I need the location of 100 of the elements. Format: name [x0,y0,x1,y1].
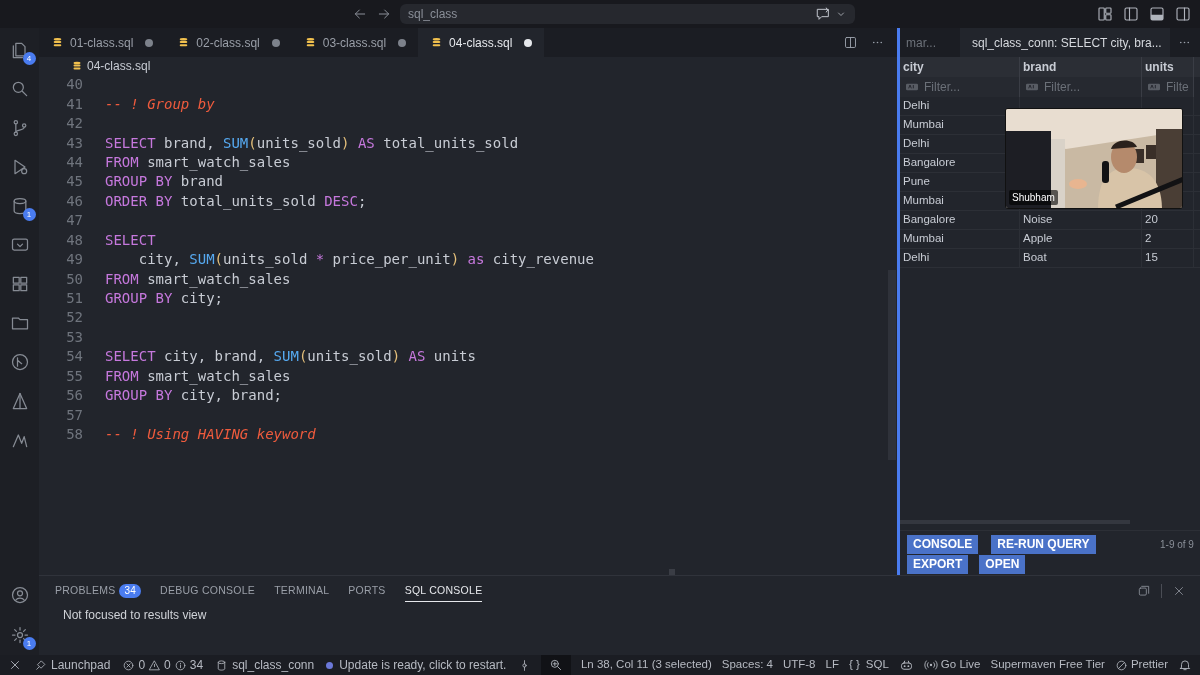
command-search-field[interactable]: sql_class [400,4,855,24]
line-number: 41 [65,94,83,114]
rocket-icon [34,658,47,672]
layout-icon[interactable] [1174,5,1192,23]
code-line: -- ! Group by [105,94,215,114]
account-icon[interactable] [9,585,30,605]
layout-icon[interactable] [1096,5,1114,23]
line-number: 45 [65,172,83,192]
status-item[interactable]: LF [825,656,839,674]
line-number: 57 [65,405,83,425]
line-number: 52 [65,308,83,328]
close-icon[interactable] [1172,584,1186,598]
action-button[interactable]: RE-RUN QUERY [991,535,1096,554]
count-badge: 1 [22,208,36,221]
code-line: FROM smart_watch_sales [105,269,291,290]
panel-tab[interactable]: SQL CONSOLE [404,580,483,602]
database-file-icon [71,60,83,72]
code-line: FROM smart_watch_sales [105,366,291,387]
filter-field[interactable]: Filter... [1020,77,1142,97]
action-button[interactable]: CONSOLE [907,535,979,554]
panel-tab[interactable]: DEBUG CONSOLE [160,580,256,602]
scrollbar-thumb[interactable] [669,569,675,575]
table-cell: Mumbai [900,230,1020,248]
table-cell: Noise [1020,211,1142,229]
action-button[interactable]: OPEN [979,555,1026,574]
code-line: -- ! Using HAVING keyword [105,425,316,445]
problems-item[interactable]: 0 0 34 [122,656,204,674]
connection-item[interactable]: sql_class_conn [215,656,315,674]
table-cell: Bangalore [900,211,1020,229]
zoom-button[interactable] [540,655,571,675]
panel-tab[interactable]: PORTS [348,580,386,602]
panel-tab[interactable]: PROBLEMS 34 [55,580,142,602]
line-number: 54 [65,347,83,367]
line-number: 46 [65,191,83,211]
status-item[interactable]: Ln 38, Col 11 (3 selected) [580,656,712,674]
status-item[interactable]: Supermaven Free Tier [990,656,1105,674]
launchpad-item[interactable]: Launchpad [34,656,111,674]
prettier-item[interactable]: Prettier [1114,656,1168,674]
status-item[interactable]: UTF-8 [782,656,816,674]
code-line: GROUP BY city, brand; [105,386,282,406]
filter-field[interactable]: Filter... [900,77,1020,97]
copilot-icon[interactable] [898,657,914,673]
breadcrumb-item[interactable]: 04-class.sql [87,57,151,75]
broadcast-icon [923,658,938,672]
line-number: 49 [65,250,83,270]
table-cell: 15 [1142,249,1194,267]
count-badge: 1 [22,637,36,650]
prohibited-icon [1114,658,1128,672]
panel-tab[interactable]: TERMINAL [274,580,330,602]
graph-icon[interactable] [9,352,30,372]
results-tab[interactable]: mar... [900,28,942,57]
line-number: 58 [65,425,83,445]
scrollbar-thumb[interactable] [888,270,896,460]
line-number: 43 [65,133,83,153]
pagination-text: 1-9 of 9 [1160,538,1195,552]
count-badge: 34 [119,584,142,598]
code-line: GROUP BY brand [105,172,223,192]
line-number: 47 [65,211,83,231]
status-item[interactable]: Spaces: 4 [721,656,773,674]
count-badge: 4 [22,52,36,65]
code-line: SELECT [105,230,156,250]
status-message: Not focused to results view [62,607,208,624]
database-file-icon [51,36,64,49]
layout-icon[interactable] [1148,5,1166,23]
table-cell: Apple [1020,230,1142,248]
results-tab[interactable]: sql_class_conn: SELECT city, bra... [960,28,1170,57]
line-number: 55 [65,366,83,386]
update-item[interactable]: Update is ready, click to restart. [326,656,507,674]
bell-icon[interactable] [1178,658,1192,672]
error-icon [122,658,136,672]
table-cell: Delhi [900,249,1020,267]
line-number: 40 [65,75,83,95]
zoom-in-icon [548,658,563,672]
back-arrow-icon[interactable] [352,6,368,22]
warning-icon [148,658,162,672]
line-number: 44 [65,152,83,172]
code-line: SELECT brand, SUM(units_sold) AS total_units_sold [105,133,519,154]
maximize-panel-icon[interactable] [1137,584,1151,598]
line-number: 42 [65,114,83,134]
forward-arrow-icon[interactable] [376,6,392,22]
settings-icon[interactable] [9,625,30,645]
split-editor-icon[interactable] [843,35,858,50]
filter-field[interactable]: Filte [1142,77,1194,97]
code-line: city, SUM(units_sold * price_per_unit) as city_revenue [137,250,594,270]
line-number: 53 [65,327,83,347]
action-button[interactable]: EXPORT [907,555,969,574]
code-line: FROM smart_watch_sales [105,152,291,173]
table-cell: 2 [1142,230,1194,248]
line-number: 50 [65,269,83,289]
language-item[interactable]: { } SQL [848,656,889,674]
table-cell: 20 [1142,211,1194,229]
code-line: ORDER BY total_units_sold DESC; [105,191,367,212]
editor-tab[interactable]: 04-class.sql [418,28,545,57]
layout-icon[interactable] [1122,5,1140,23]
chat-sparkle-icon[interactable] [815,6,831,22]
table-cell: Boat [1020,249,1142,267]
participant-name: Shubham [1009,190,1058,205]
line-number: 56 [65,386,83,406]
line-number: 51 [65,289,83,309]
go-live-item[interactable]: Go Live [923,656,981,674]
